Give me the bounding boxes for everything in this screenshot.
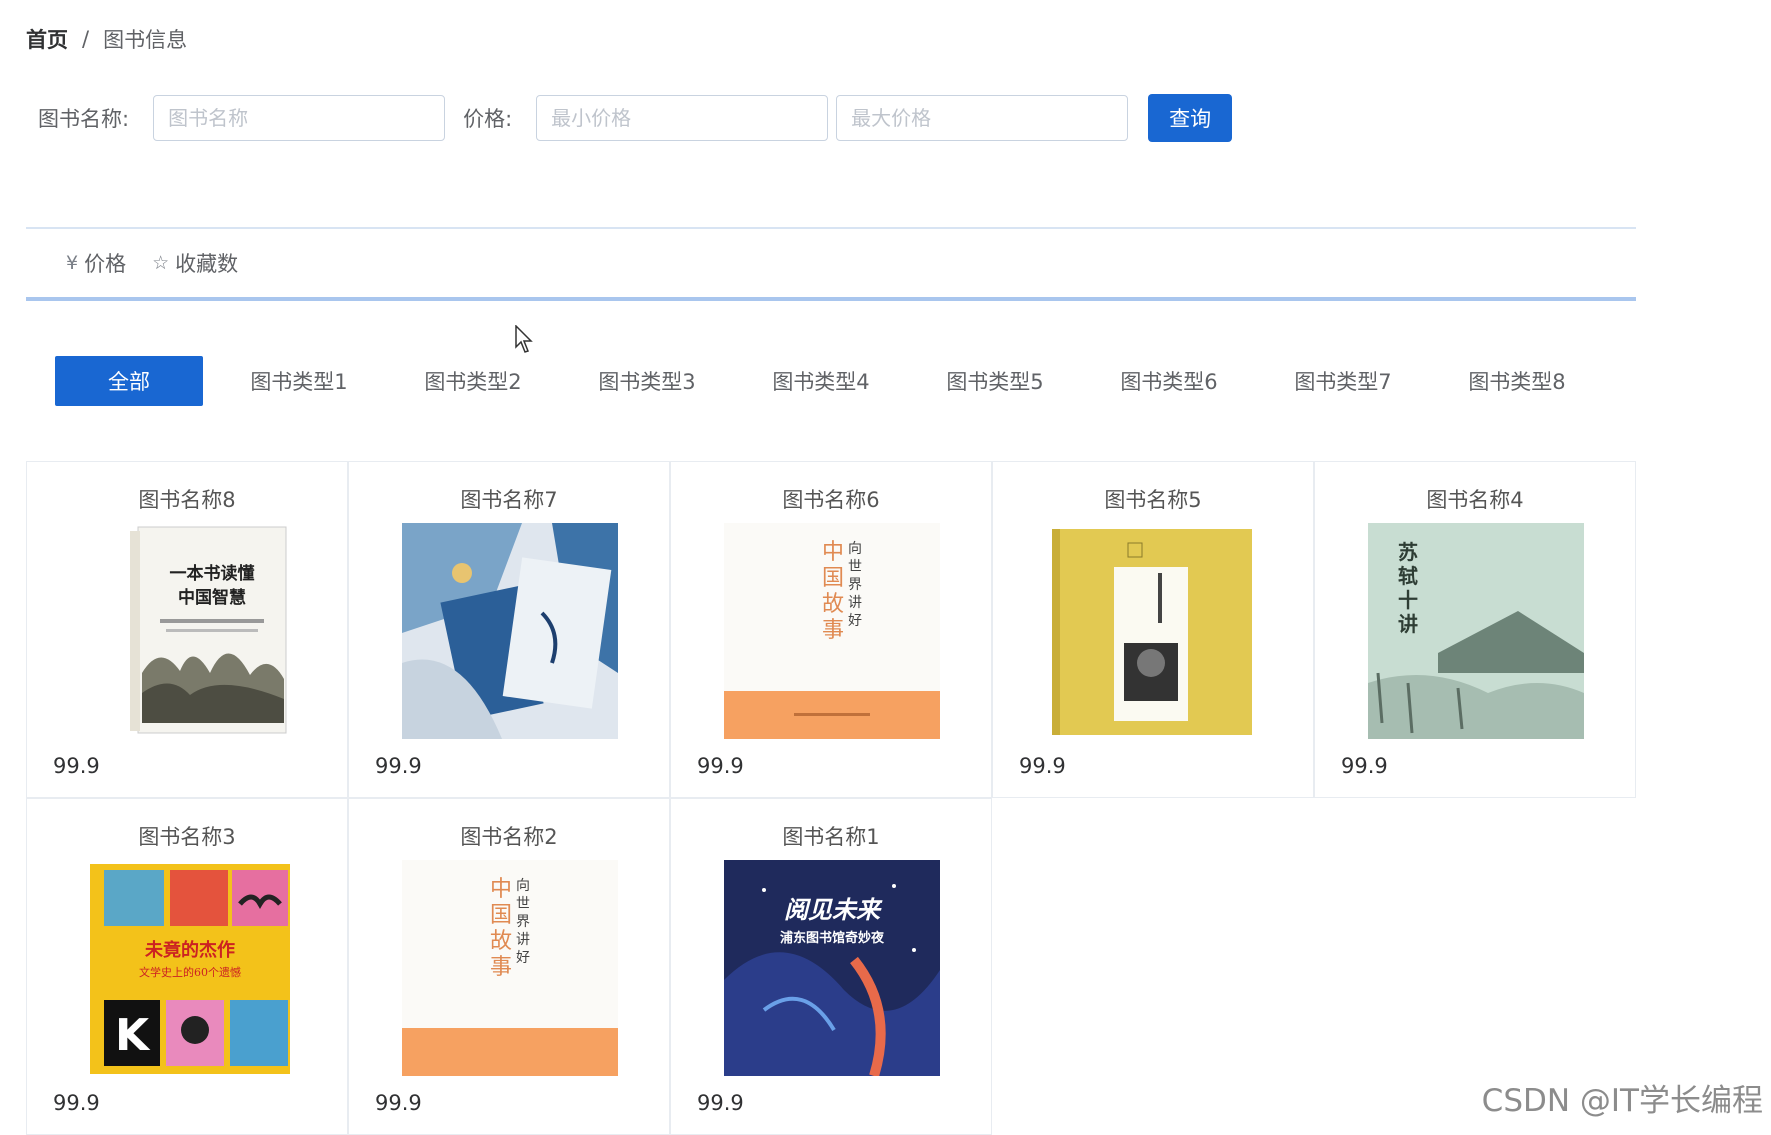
category-item[interactable]: 图书类型1 (225, 356, 373, 406)
book-card[interactable]: 图书名称1 阅见未来 浦东图书馆奇妙夜 99.9 (670, 798, 992, 1135)
svg-text:未竟的杰作: 未竟的杰作 (145, 939, 235, 961)
book-card[interactable]: 图书名称8 一本书读懂 中国智慧 99.9 (26, 461, 348, 798)
book-cover-image[interactable] (1046, 523, 1262, 739)
search-form: 图书名称: 价格: 查询 (38, 94, 1233, 142)
sort-by-favorites[interactable]: ☆ 收藏数 (152, 248, 238, 278)
watermark: CSDN @IT学长编程 (1481, 1083, 1763, 1119)
book-title: 图书名称8 (138, 488, 236, 512)
book-price: 99.9 (53, 754, 100, 778)
svg-text:界: 界 (848, 577, 862, 593)
book-cover-image[interactable]: 中 国 故 事 向 世 界 讲 好 (724, 523, 940, 739)
category-item[interactable]: 图书类型7 (1269, 356, 1417, 406)
price-label: 价格: (463, 107, 513, 131)
book-title: 图书名称6 (782, 488, 880, 512)
book-price: 99.9 (1019, 754, 1066, 778)
svg-text:讲: 讲 (848, 595, 862, 611)
svg-text:国: 国 (822, 566, 844, 591)
svg-text:文学史上的60个遗憾: 文学史上的60个遗憾 (139, 965, 241, 979)
svg-text:向: 向 (516, 878, 530, 894)
breadcrumb-current: 图书信息 (103, 28, 188, 52)
book-cover-image[interactable]: 阅见未来 浦东图书馆奇妙夜 (724, 860, 940, 1076)
book-cover-image[interactable] (402, 523, 618, 739)
svg-text:苏: 苏 (1398, 540, 1418, 564)
book-card[interactable]: 图书名称7 99.9 (348, 461, 670, 798)
book-price: 99.9 (53, 1091, 100, 1115)
category-item[interactable]: 图书类型2 (399, 356, 547, 406)
book-cover-image[interactable]: 中 国 故 事 向 世 界 讲 好 (402, 860, 618, 1076)
book-card[interactable]: 图书名称5 99.9 (992, 461, 1314, 798)
book-card[interactable]: 图书名称3 未竟的杰作 文学史上的60个遗憾 K 99.9 (26, 798, 348, 1135)
breadcrumb-separator: / (82, 27, 90, 51)
book-title: 图书名称3 (138, 825, 236, 849)
svg-text:故: 故 (822, 592, 844, 617)
sort-favorites-label: 收藏数 (175, 252, 239, 276)
svg-text:浦东图书馆奇妙夜: 浦东图书馆奇妙夜 (780, 930, 885, 946)
svg-text:事: 事 (822, 618, 844, 643)
category-item[interactable]: 图书类型4 (747, 356, 895, 406)
book-cover-image[interactable]: 未竟的杰作 文学史上的60个遗憾 K (80, 860, 296, 1076)
book-price: 99.9 (1341, 754, 1388, 778)
sort-bar: ¥ 价格 ☆ 收藏数 (66, 248, 264, 278)
svg-text:轼: 轼 (1398, 564, 1418, 588)
breadcrumb-home[interactable]: 首页 (26, 24, 68, 54)
query-button[interactable]: 查询 (1148, 94, 1233, 142)
book-price: 99.9 (697, 754, 744, 778)
category-item[interactable]: 图书类型5 (921, 356, 1069, 406)
book-card[interactable]: 图书名称4 苏 轼 十 讲 99.9 (1314, 461, 1636, 798)
max-price-input[interactable] (836, 95, 1129, 141)
book-title: 图书名称1 (782, 825, 880, 849)
svg-text:讲: 讲 (516, 932, 530, 948)
book-title: 图书名称4 (1426, 488, 1524, 512)
category-all-button[interactable]: 全部 (55, 356, 203, 406)
svg-text:阅见未来: 阅见未来 (784, 896, 883, 924)
yen-icon: ¥ (66, 252, 79, 274)
book-name-label: 图书名称: (38, 107, 130, 131)
book-cover-image[interactable]: 一本书读懂 中国智慧 (80, 523, 296, 739)
category-item[interactable]: 图书类型6 (1095, 356, 1243, 406)
svg-text:中: 中 (490, 877, 512, 902)
svg-text:世: 世 (848, 559, 862, 575)
category-item[interactable]: 图书类型8 (1443, 356, 1591, 406)
sort-price-label: 价格 (84, 252, 127, 276)
book-card[interactable]: 图书名称2 中 国 故 事 向 世 界 讲 好 99.9 (348, 798, 670, 1135)
star-icon: ☆ (152, 252, 170, 274)
book-name-input[interactable] (153, 95, 446, 141)
svg-text:界: 界 (516, 914, 530, 930)
book-title: 图书名称5 (1104, 488, 1202, 512)
breadcrumb: 首页 / 图书信息 (26, 24, 187, 54)
book-card[interactable]: 图书名称6 中 国 故 事 向 世 界 讲 好 99.9 (670, 461, 992, 798)
svg-text:故: 故 (490, 929, 512, 954)
svg-text:国: 国 (490, 903, 512, 928)
svg-text:十: 十 (1398, 588, 1418, 612)
svg-text:讲: 讲 (1398, 612, 1418, 636)
svg-text:世: 世 (516, 896, 530, 912)
book-cover-image[interactable]: 苏 轼 十 讲 (1368, 523, 1584, 739)
svg-text:中国智慧: 中国智慧 (178, 587, 246, 608)
svg-text:好: 好 (848, 613, 862, 629)
book-title: 图书名称2 (460, 825, 558, 849)
svg-text:好: 好 (516, 950, 530, 966)
svg-text:一本书读懂: 一本书读懂 (170, 563, 255, 584)
mouse-cursor-icon (515, 325, 533, 353)
min-price-input[interactable] (536, 95, 829, 141)
book-price: 99.9 (375, 754, 422, 778)
sort-by-price[interactable]: ¥ 价格 (66, 248, 126, 278)
book-price: 99.9 (375, 1091, 422, 1115)
svg-text:事: 事 (490, 955, 512, 980)
divider-active (26, 297, 1636, 301)
category-filter: 全部 图书类型1 图书类型2 图书类型3 图书类型4 图书类型5 图书类型6 图… (55, 356, 1591, 406)
book-title: 图书名称7 (460, 488, 558, 512)
category-item[interactable]: 图书类型3 (573, 356, 721, 406)
svg-text:K: K (115, 1010, 151, 1061)
book-price: 99.9 (697, 1091, 744, 1115)
svg-text:中: 中 (822, 540, 844, 565)
divider-top (26, 227, 1636, 229)
svg-text:向: 向 (848, 541, 862, 557)
